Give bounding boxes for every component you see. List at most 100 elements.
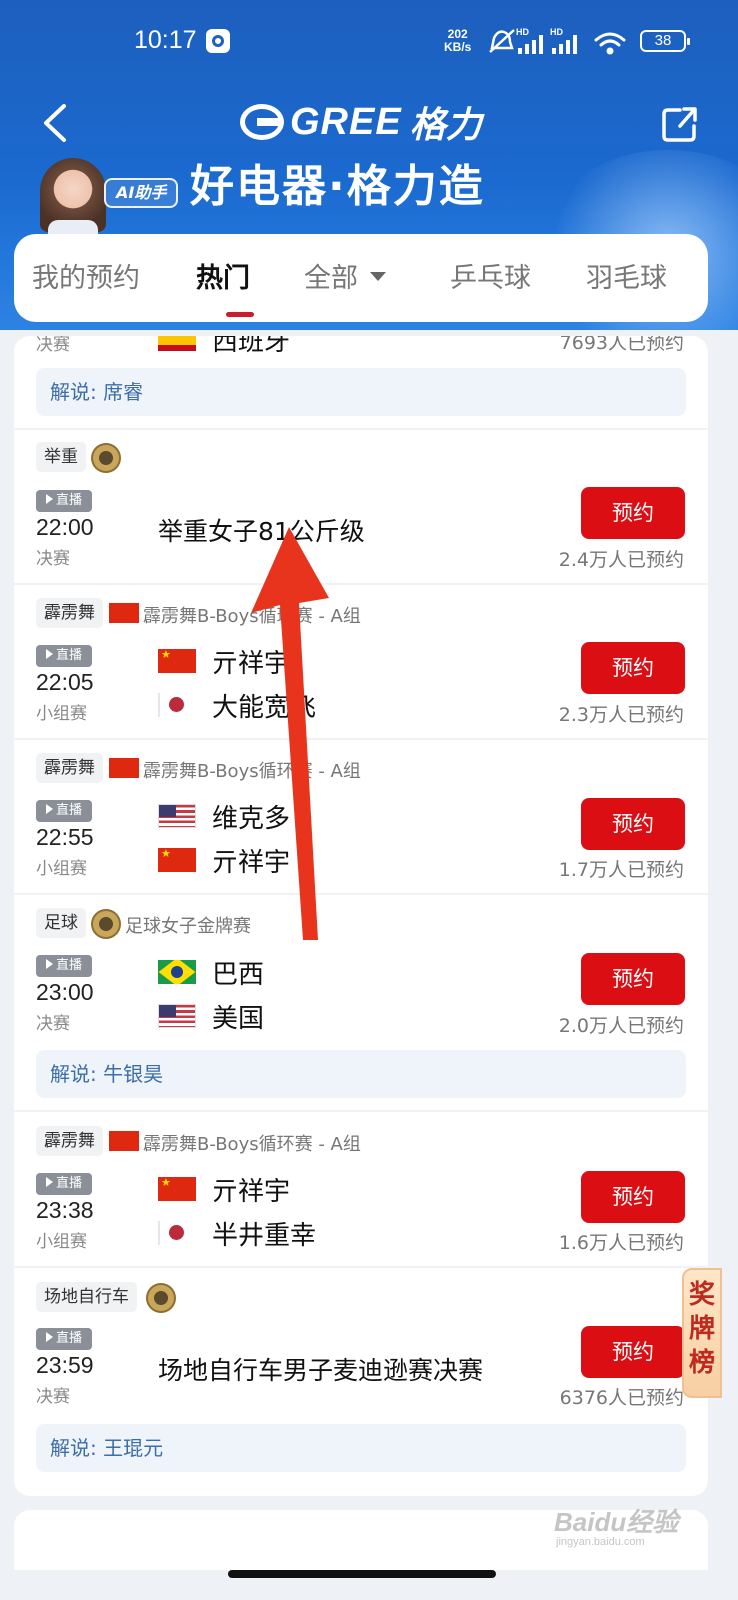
play-icon: [45, 494, 53, 504]
commentary-info: 解说: 牛银昊: [36, 1050, 686, 1098]
team-row: 亓祥宇: [158, 1172, 291, 1207]
reserve-button[interactable]: 预约: [581, 642, 685, 694]
network-speed-unit: KB/s: [444, 40, 472, 54]
team-row: 大能宽飞: [158, 688, 317, 723]
status-time: 10:17: [134, 26, 197, 54]
team-row: 巴西: [158, 955, 265, 990]
team-name: 亓祥宇: [212, 1176, 291, 1207]
reservation-count: 7693人已预约: [559, 336, 684, 354]
team-name: 巴西: [212, 959, 265, 990]
live-label: 直播: [55, 958, 82, 973]
tab-table-tennis[interactable]: 乒乓球: [450, 256, 531, 295]
sport-tag: 举重: [36, 442, 86, 472]
play-icon: [45, 804, 53, 814]
usa-flag-icon: [158, 804, 196, 828]
wifi-icon: [594, 32, 626, 55]
live-badge: 直播: [36, 955, 92, 977]
sport-tag: 霹雳舞: [36, 598, 103, 628]
sport-tag: 场地自行车: [36, 1282, 137, 1312]
signal-label-2: HD: [550, 27, 563, 37]
live-badge: 直播: [36, 1173, 92, 1195]
brand-name-cn: 格力: [409, 105, 482, 146]
japan-flag-icon: [158, 1221, 196, 1245]
divider: [14, 583, 708, 585]
reserve-button[interactable]: 预约: [581, 487, 685, 539]
reservation-count: 2.4万人已预约: [558, 549, 684, 571]
event-stage: 决赛: [36, 549, 70, 569]
reserve-button[interactable]: 预约: [581, 1171, 685, 1223]
team-row: 美国: [158, 999, 264, 1034]
live-badge: 直播: [36, 645, 92, 667]
gold-medal-icon: [91, 443, 121, 473]
tab-badminton[interactable]: 羽毛球: [586, 256, 667, 295]
team-row: 半井重幸: [158, 1216, 317, 1251]
brand-logo: GREE 格力: [240, 96, 482, 148]
china-flag-icon: [109, 1131, 139, 1151]
team-name: 亓祥宇: [212, 648, 291, 679]
commentary-info: 解说: 王琨元: [36, 1424, 686, 1472]
gold-medal-icon: [91, 909, 121, 939]
status-bar: 10:17 202 KB/s HD HD 38: [0, 22, 738, 62]
chevron-down-icon: [370, 272, 386, 281]
reservation-count: 6376人已预约: [559, 1387, 684, 1409]
schedule-list: 决赛 西班牙 7693人已预约 解说: 席睿 举重 直播 22:00 决赛 举重…: [14, 336, 708, 1496]
signal-label-1: HD: [516, 27, 529, 37]
live-label: 直播: [55, 648, 82, 663]
team-name: 半井重幸: [212, 1220, 317, 1251]
team-row: 维克多: [158, 799, 291, 834]
reserve-button[interactable]: 预约: [581, 1326, 685, 1378]
live-label: 直播: [55, 493, 82, 508]
sport-tag: 足球: [36, 908, 86, 938]
tab-hot[interactable]: 热门: [196, 256, 250, 295]
ai-assistant-avatar[interactable]: [40, 158, 106, 238]
divider: [14, 1266, 708, 1268]
play-icon: [45, 649, 53, 659]
sport-tag: 霹雳舞: [36, 1126, 103, 1156]
event-stage: 小组赛: [36, 704, 87, 724]
team-name: 维克多: [212, 803, 291, 834]
back-icon[interactable]: [38, 102, 78, 144]
china-flag-icon: [109, 603, 139, 623]
event-subtitle: 霹雳舞B-Boys循环赛 - A组: [143, 1134, 361, 1155]
reservation-count: 2.3万人已预约: [558, 704, 684, 726]
brazil-flag-icon: [158, 960, 196, 984]
gold-medal-icon: [146, 1283, 176, 1313]
china-flag-icon: [158, 649, 196, 673]
sport-tag: 霹雳舞: [36, 753, 103, 783]
ai-assistant-badge[interactable]: AI助手: [104, 178, 179, 208]
event-stage: 小组赛: [36, 859, 87, 879]
china-flag-icon: [158, 1177, 196, 1201]
reservation-count: 1.7万人已预约: [558, 859, 684, 881]
share-icon[interactable]: [660, 104, 700, 144]
medal-table-tab[interactable]: 奖牌榜: [682, 1268, 722, 1398]
watermark-logo: Baidu经验: [554, 1507, 679, 1537]
tab-all[interactable]: 全部: [304, 256, 386, 295]
reserve-button[interactable]: 预约: [581, 953, 685, 1005]
event-subtitle: 霹雳舞B-Boys循环赛 - A组: [143, 606, 361, 627]
china-flag-icon: [158, 848, 196, 872]
live-badge: 直播: [36, 800, 92, 822]
event-time: 23:00: [36, 979, 94, 1005]
team-row: 西班牙: [158, 336, 291, 357]
team-name: 西班牙: [212, 336, 291, 357]
play-icon: [45, 1177, 53, 1187]
event-stage: 小组赛: [36, 1232, 87, 1252]
signal-icon-2: HD: [550, 27, 577, 54]
divider: [14, 738, 708, 740]
commentary-info: 解说: 席睿: [36, 368, 686, 416]
category-tabs: 我的预约 热门 全部 乒乓球 羽毛球: [14, 234, 708, 322]
reservation-count: 2.0万人已预约: [558, 1015, 684, 1037]
spain-flag-icon: [158, 336, 196, 351]
reservation-count: 1.6万人已预约: [558, 1232, 684, 1254]
home-indicator[interactable]: [228, 1570, 496, 1578]
event-stage: 决赛: [36, 1014, 70, 1034]
live-label: 直播: [55, 1176, 82, 1191]
watermark-url: jingyan.baidu.com: [556, 1536, 645, 1548]
event-subtitle: 足球女子金牌赛: [125, 916, 251, 937]
reserve-button[interactable]: 预约: [581, 798, 685, 850]
event-title: 场地自行车男子麦迪逊赛决赛: [158, 1356, 484, 1385]
tab-my-reservations[interactable]: 我的预约: [32, 256, 140, 295]
team-name: 大能宽飞: [212, 692, 317, 723]
play-icon: [45, 1332, 53, 1342]
live-label: 直播: [55, 1331, 82, 1346]
